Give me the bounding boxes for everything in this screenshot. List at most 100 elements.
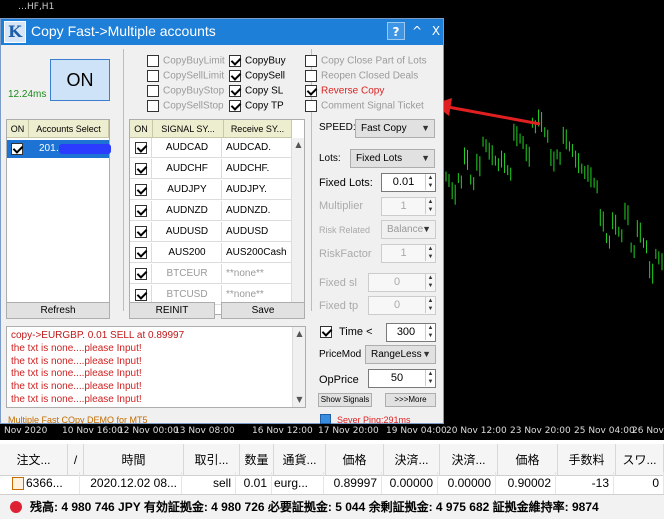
symbol-on-cell[interactable] (130, 138, 152, 158)
spin-down-icon[interactable]: ▼ (425, 206, 435, 214)
fixed-sl-input[interactable]: 0 ▲ ▼ (368, 273, 436, 292)
on-toggle-button[interactable]: ON (50, 59, 110, 101)
account-on-checkbox[interactable] (11, 143, 23, 155)
more-button[interactable]: >>>More (385, 393, 436, 407)
symbol-row[interactable]: AUDUSD AUDUSD (130, 222, 292, 242)
symbol-on-cell[interactable] (130, 222, 152, 242)
symbol-on-checkbox[interactable] (135, 163, 147, 175)
log-scrollbar[interactable]: ▲ ▼ (292, 327, 305, 407)
option-col1-1[interactable]: CopySellLimit (147, 70, 224, 84)
spin-down-icon[interactable]: ▼ (425, 253, 435, 261)
save-button[interactable]: Save (221, 302, 305, 319)
help-button[interactable]: ? (387, 22, 405, 40)
receive-symbol-cell[interactable]: AUDJPY. (224, 180, 292, 200)
spin-down-icon[interactable]: ▼ (425, 282, 435, 290)
option-checkbox[interactable] (305, 85, 317, 97)
option-checkbox[interactable] (147, 70, 159, 82)
symbols-scrollbar[interactable]: ▲ ▼ (291, 138, 304, 314)
symbol-row[interactable]: AUDJPY AUDJPY. (130, 180, 292, 200)
spin-down-icon[interactable]: ▼ (425, 305, 435, 313)
risk-related-select[interactable]: Balance ▼ (381, 220, 436, 239)
symbol-on-checkbox[interactable] (135, 268, 147, 280)
symbol-on-checkbox[interactable] (135, 289, 147, 301)
option-col1-0[interactable]: CopyBuyLimit (147, 55, 225, 69)
scroll-down-icon[interactable]: ▼ (293, 393, 305, 407)
symbol-on-cell[interactable] (130, 180, 152, 200)
option-checkbox[interactable] (147, 55, 159, 67)
spin-up-icon[interactable]: ▲ (425, 245, 435, 253)
time-input[interactable]: 300 ▲ ▼ (386, 323, 436, 342)
symbol-on-checkbox[interactable] (135, 205, 147, 217)
multiplier-input[interactable]: 1 ▲ ▼ (381, 197, 436, 216)
fixed-lots-input[interactable]: 0.01 ▲ ▼ (381, 173, 436, 192)
show-signals-button[interactable]: Show Signals (318, 393, 372, 407)
symbol-on-cell[interactable] (130, 159, 152, 179)
option-col3-3[interactable]: Comment Signal Ticket (305, 100, 424, 114)
lots-select[interactable]: Fixed Lots ▼ (350, 149, 435, 168)
spin-up-icon[interactable]: ▲ (425, 274, 435, 282)
symbol-on-checkbox[interactable] (135, 226, 147, 238)
receive-symbol-cell[interactable]: AUS200Cash (224, 243, 292, 263)
symbol-row[interactable]: AUDCHF AUDCHF. (130, 159, 292, 179)
option-checkbox[interactable] (305, 55, 317, 67)
spin-up-icon[interactable]: ▲ (425, 174, 435, 182)
scroll-up-icon[interactable]: ▲ (293, 327, 305, 341)
speed-select[interactable]: Fast Copy ▼ (355, 119, 435, 138)
spin-up-icon[interactable]: ▲ (425, 370, 435, 378)
spin-down-icon[interactable]: ▼ (425, 332, 435, 340)
minimize-button[interactable]: ^ (408, 22, 426, 40)
symbol-row[interactable]: AUS200 AUS200Cash (130, 243, 292, 263)
option-checkbox[interactable] (147, 100, 159, 112)
option-col3-2[interactable]: Reverse Copy (305, 85, 384, 99)
option-checkbox[interactable] (305, 70, 317, 82)
symbol-on-checkbox[interactable] (135, 247, 147, 259)
receive-symbol-cell[interactable]: AUDNZD. (224, 201, 292, 221)
option-checkbox[interactable] (229, 70, 241, 82)
option-checkbox[interactable] (229, 85, 241, 97)
scroll-up-icon[interactable]: ▲ (292, 138, 304, 152)
option-col2-1[interactable]: CopySell (229, 70, 285, 84)
risk-factor-input[interactable]: 1 ▲ ▼ (381, 244, 436, 263)
account-row[interactable]: 201… (7, 140, 111, 158)
time-filter-checkbox[interactable] (320, 326, 332, 338)
spin-up-icon[interactable]: ▲ (425, 324, 435, 332)
symbol-on-checkbox[interactable] (135, 184, 147, 196)
option-checkbox[interactable] (229, 55, 241, 67)
fixed-tp-input[interactable]: 0 ▲ ▼ (368, 296, 436, 315)
symbol-row[interactable]: AUDNZD AUDNZD. (130, 201, 292, 221)
receive-symbol-cell[interactable]: AUDCHF. (224, 159, 292, 179)
receive-symbol-cell[interactable]: AUDUSD (224, 222, 292, 242)
spin-up-icon[interactable]: ▲ (425, 198, 435, 206)
symbol-row[interactable]: AUDCAD AUDCAD. (130, 138, 292, 158)
receive-symbol-cell[interactable]: **none** (224, 264, 292, 284)
time-tick-label: 10 Nov 16:00 (62, 426, 123, 436)
option-col2-2[interactable]: Copy SL (229, 85, 283, 99)
price-mode-select[interactable]: RangeLess ▼ (365, 345, 436, 364)
spin-down-icon[interactable]: ▼ (425, 182, 435, 190)
spin-up-icon[interactable]: ▲ (425, 297, 435, 305)
option-checkbox[interactable] (147, 85, 159, 97)
reinit-button[interactable]: REINIT (129, 302, 215, 319)
option-col1-3[interactable]: CopySellStop (147, 100, 224, 114)
op-price-label: OpPrice (319, 374, 359, 386)
symbol-row[interactable]: BTCEUR **none** (130, 264, 292, 284)
close-button[interactable]: X (427, 22, 445, 40)
receive-symbol-cell[interactable]: AUDCAD. (224, 138, 292, 158)
spin-down-icon[interactable]: ▼ (425, 378, 435, 386)
symbol-on-checkbox[interactable] (135, 142, 147, 154)
option-col2-3[interactable]: Copy TP (229, 100, 284, 114)
log-line: the txt is none....please Input! (11, 394, 142, 405)
option-col2-0[interactable]: CopyBuy (229, 55, 286, 69)
symbol-on-cell[interactable] (130, 243, 152, 263)
refresh-button[interactable]: Refresh (6, 302, 110, 319)
option-label: CopyBuyStop (163, 85, 225, 97)
option-col3-0[interactable]: Copy Close Part of Lots (305, 55, 427, 69)
option-col3-1[interactable]: Reopen Closed Deals (305, 70, 418, 84)
panel-titlebar[interactable]: K Copy Fast->Multiple accounts ? ^ X (1, 19, 443, 45)
symbol-on-cell[interactable] (130, 201, 152, 221)
symbol-on-cell[interactable] (130, 264, 152, 284)
option-col1-2[interactable]: CopyBuyStop (147, 85, 224, 99)
option-checkbox[interactable] (305, 100, 317, 112)
op-price-input[interactable]: 50 ▲ ▼ (368, 369, 436, 388)
option-checkbox[interactable] (229, 100, 241, 112)
